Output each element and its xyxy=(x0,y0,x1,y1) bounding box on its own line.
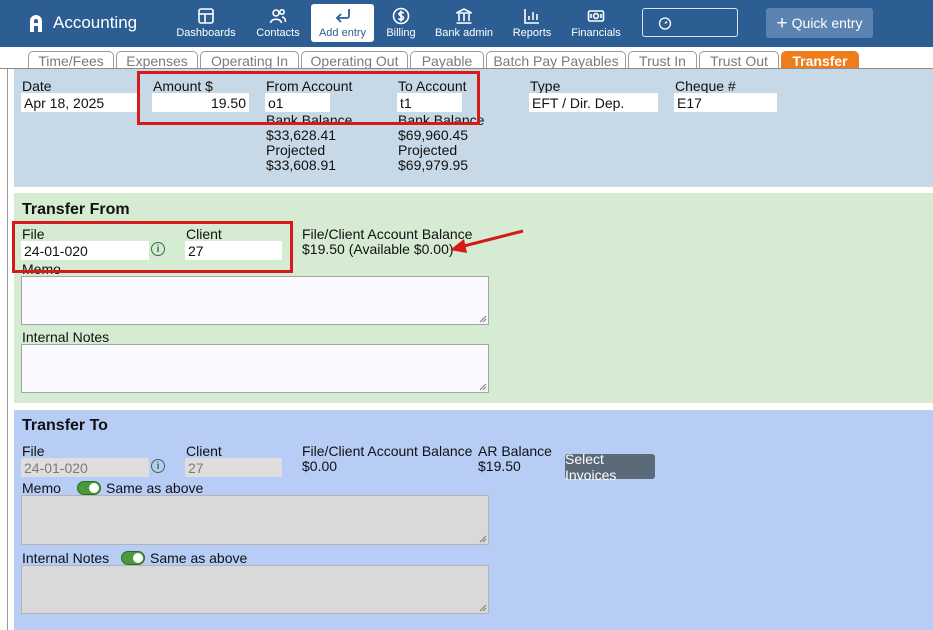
select-invoices-button[interactable]: Select Invoices xyxy=(565,451,655,483)
tab-operating-in[interactable]: Operating In xyxy=(200,51,299,69)
memo-same-label: Same as above xyxy=(106,480,204,496)
date-input[interactable]: Apr 18, 2025 xyxy=(21,93,137,112)
to-file-input: 24-01-020 xyxy=(21,458,149,477)
to-balance-value: $0.00 xyxy=(302,458,338,474)
from-projected-label: Projected xyxy=(266,142,326,158)
tab-label: Payable xyxy=(421,52,473,69)
nav-billing-label: Billing xyxy=(386,27,416,39)
nav-billing[interactable]: Billing xyxy=(381,4,421,44)
resize-grip-icon xyxy=(479,535,487,543)
from-bank-balance-value: $33,628.41 xyxy=(266,127,337,143)
nav-financials[interactable]: Financials xyxy=(569,4,623,44)
cheque-input[interactable]: E17 xyxy=(674,93,777,112)
ar-balance-label: AR Balance xyxy=(478,443,552,459)
tab-transfer[interactable]: Transfer xyxy=(781,51,859,69)
tab-trust-in[interactable]: Trust In xyxy=(628,51,697,69)
bank-icon xyxy=(456,8,472,24)
resize-grip-icon[interactable] xyxy=(479,383,487,391)
app-brand[interactable]: Accounting xyxy=(28,10,137,36)
transfer-from-title: Transfer From xyxy=(22,201,130,218)
notes-same-toggle[interactable] xyxy=(121,551,145,565)
from-projected-value: $33,608.91 xyxy=(266,157,337,173)
to-balance-label: File/Client Account Balance xyxy=(302,443,473,459)
left-border xyxy=(7,69,8,630)
quick-entry-label: Quick entry xyxy=(791,15,863,31)
from-memo-textarea[interactable] xyxy=(21,276,489,325)
return-arrow-icon xyxy=(335,9,350,23)
dollar-icon xyxy=(392,7,410,25)
nav-dashboards[interactable]: Dashboards xyxy=(175,4,237,44)
dashboard-icon xyxy=(198,8,214,24)
from-balance-value: $19.50 (Available $0.00) xyxy=(302,241,454,257)
tab-label: Batch Pay Payables xyxy=(493,52,619,69)
tab-label: Operating In xyxy=(210,52,289,69)
resize-grip-icon[interactable] xyxy=(479,315,487,323)
type-select[interactable]: EFT / Dir. Dep. xyxy=(529,93,658,112)
contacts-icon xyxy=(269,8,287,24)
nav-dashboards-label: Dashboards xyxy=(176,27,236,39)
nav-contacts[interactable]: Contacts xyxy=(251,4,305,44)
quick-entry-button[interactable]: + Quick entry xyxy=(766,8,873,38)
bar-chart-icon xyxy=(524,9,539,24)
transfer-to-title: Transfer To xyxy=(22,417,108,434)
from-notes-label: Internal Notes xyxy=(22,329,110,345)
to-notes-label: Internal Notes xyxy=(22,550,110,566)
nav-financials-label: Financials xyxy=(571,27,621,39)
nav-add-entry[interactable]: Add entry xyxy=(311,4,374,42)
to-bank-balance-value: $69,960.45 xyxy=(398,127,469,143)
to-memo-textarea xyxy=(21,495,489,545)
tab-time-fees[interactable]: Time/Fees xyxy=(28,51,114,69)
tab-expenses[interactable]: Expenses xyxy=(116,51,198,69)
date-label: Date xyxy=(22,78,52,94)
top-navigation-bar: Accounting Dashboards Contacts Add entry… xyxy=(0,0,933,47)
to-notes-textarea xyxy=(21,565,489,614)
plus-icon: + xyxy=(776,12,788,34)
timer-widget[interactable] xyxy=(642,8,738,37)
highlight-box-file-client xyxy=(12,221,293,273)
nav-add-entry-label: Add entry xyxy=(318,27,367,39)
info-icon[interactable]: i xyxy=(151,459,165,473)
tab-label: Transfer xyxy=(792,52,848,69)
type-label: Type xyxy=(530,78,561,94)
to-memo-label: Memo xyxy=(22,480,61,496)
highlight-box-amount-accounts xyxy=(137,71,480,125)
app-title: Accounting xyxy=(53,13,138,32)
memo-same-toggle[interactable] xyxy=(77,481,101,495)
annotation-arrow-icon xyxy=(450,229,524,253)
to-file-label: File xyxy=(22,443,45,459)
to-client-input: 27 xyxy=(185,458,282,477)
stopwatch-icon xyxy=(658,17,672,30)
nav-contacts-label: Contacts xyxy=(256,27,300,39)
tab-label: Trust Out xyxy=(710,52,768,69)
to-projected-value: $69,979.95 xyxy=(398,157,469,173)
nav-bank-admin-label: Bank admin xyxy=(434,27,494,39)
nav-reports-label: Reports xyxy=(512,27,552,39)
tab-payable[interactable]: Payable xyxy=(410,51,484,69)
from-balance-label: File/Client Account Balance xyxy=(302,226,473,242)
tab-label: Trust In xyxy=(639,52,686,69)
money-icon xyxy=(587,10,605,22)
tab-label: Expenses xyxy=(126,52,188,69)
to-projected-label: Projected xyxy=(398,142,458,158)
tab-label: Operating Out xyxy=(310,52,399,69)
to-client-label: Client xyxy=(186,443,222,459)
tab-label: Time/Fees xyxy=(38,52,104,69)
cheque-label: Cheque # xyxy=(675,78,736,94)
ar-balance-value: $19.50 xyxy=(478,458,521,474)
nav-bank-admin[interactable]: Bank admin xyxy=(432,4,496,44)
app-logo-icon xyxy=(30,14,42,32)
tab-operating-out[interactable]: Operating Out xyxy=(301,51,408,69)
resize-grip-icon xyxy=(479,604,487,612)
from-notes-textarea[interactable] xyxy=(21,344,489,393)
tab-trust-out[interactable]: Trust Out xyxy=(699,51,779,69)
tab-batch-pay-payables[interactable]: Batch Pay Payables xyxy=(486,51,626,69)
notes-same-label: Same as above xyxy=(150,550,248,566)
nav-reports[interactable]: Reports xyxy=(510,4,554,44)
